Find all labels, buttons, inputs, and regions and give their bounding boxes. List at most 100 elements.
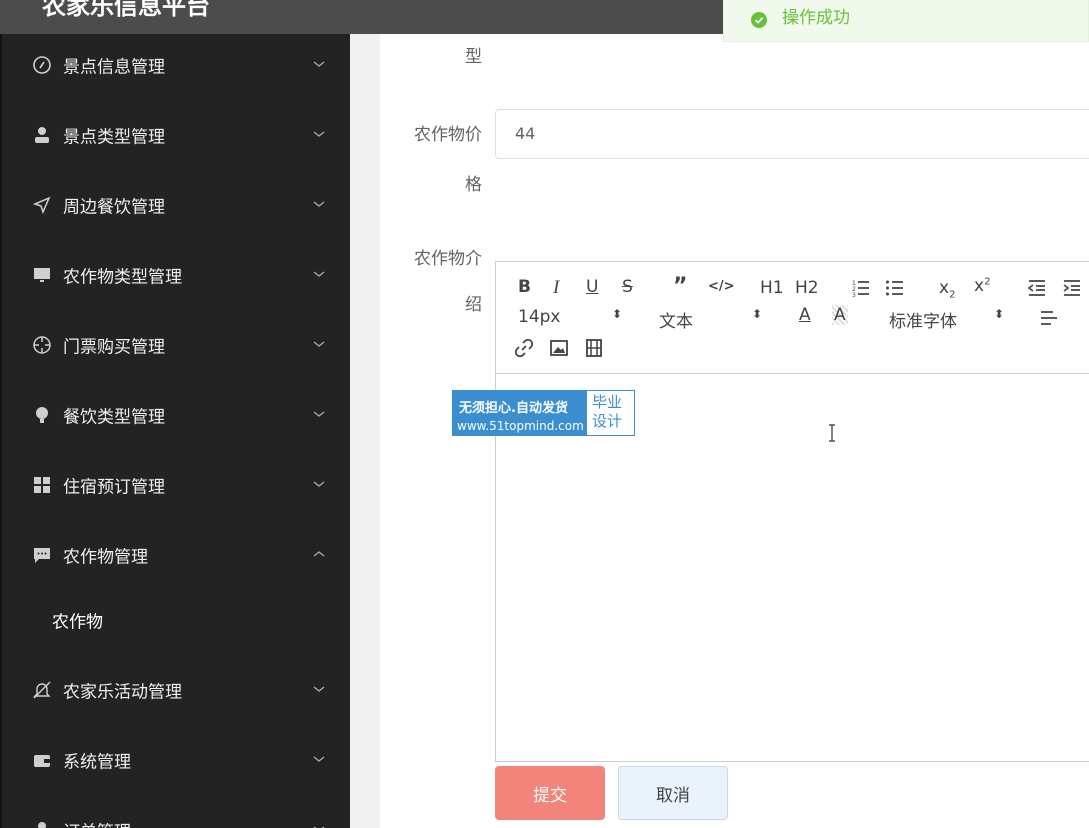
user-icon	[38, 822, 46, 828]
sidebar-item-system[interactable]: 系统管理	[2, 725, 352, 795]
price-label-line2: 格	[465, 175, 482, 195]
price-input[interactable]: 44	[495, 109, 1089, 159]
superscript-icon[interactable]: x2	[974, 276, 990, 296]
chevron-down-icon	[313, 61, 325, 67]
heading2-button[interactable]: H2	[795, 278, 819, 298]
intro-label-line1: 农作物介	[414, 249, 482, 269]
chevron-down-icon	[313, 826, 325, 828]
chevron-down-icon	[313, 271, 325, 277]
background-color-icon[interactable]: A	[832, 305, 848, 325]
block-type-value: 文本	[659, 312, 693, 332]
blockquote-icon[interactable]: ”	[673, 274, 687, 299]
select-arrows-icon: ⬍	[612, 307, 623, 321]
compass-icon	[33, 56, 51, 74]
chevron-down-icon	[313, 131, 325, 137]
chevron-down-icon	[313, 411, 325, 417]
chevron-down-icon	[313, 201, 325, 207]
rich-text-editor[interactable]: B I U S ” </> H1 H2 123 x2 x2 14px ⬍ 文本 …	[495, 261, 1089, 762]
sidebar-item-scenic-type[interactable]: 景点类型管理	[2, 100, 352, 170]
font-size-select[interactable]: 14px	[518, 307, 560, 327]
select-arrows-icon: ⬍	[752, 307, 763, 321]
indent-icon[interactable]	[1062, 278, 1082, 298]
editor-toolbar: B I U S ” </> H1 H2 123 x2 x2 14px ⬍ 文本 …	[496, 262, 1089, 374]
sidebar-item-label: 餐饮类型管理	[63, 407, 165, 428]
sidebar-item-label: 住宿预订管理	[63, 477, 165, 498]
heading1-button[interactable]: H1	[760, 278, 784, 298]
chevron-down-icon	[313, 756, 325, 762]
send-icon	[32, 196, 51, 215]
sidebar-item-label: 订单管理	[63, 818, 131, 828]
submenu-item-label: 农作物	[52, 612, 103, 633]
watermark-right2: 设计	[592, 412, 623, 430]
submit-button[interactable]: 提交	[495, 766, 605, 820]
code-icon[interactable]: </>	[708, 279, 735, 294]
cancel-button[interactable]: 取消	[618, 766, 728, 820]
underline-icon[interactable]: U	[586, 277, 598, 297]
svg-text:3: 3	[852, 292, 856, 298]
price-label-line1: 农作物价	[414, 125, 482, 145]
content-gutter	[350, 34, 380, 828]
outdent-icon[interactable]	[1027, 278, 1047, 298]
sidebar-item-ticket[interactable]: 门票购买管理	[2, 310, 352, 380]
bold-icon[interactable]: B	[518, 277, 531, 297]
sidebar: 景点信息管理 景点类型管理 周边餐饮管理 农作物类型管理 门票购买管理 餐饮类型…	[0, 34, 352, 828]
link-icon[interactable]	[514, 338, 534, 358]
image-icon[interactable]	[549, 338, 569, 358]
sidebar-item-label: 系统管理	[63, 752, 131, 773]
intro-label-line2: 绍	[465, 295, 482, 315]
watermark-left: 无须担心.自动发货 www.51topmind.com	[453, 391, 587, 435]
chevron-down-icon	[313, 686, 325, 692]
sidebar-item-dining-type[interactable]: 餐饮类型管理	[2, 380, 352, 450]
subscript-icon[interactable]: x2	[939, 278, 955, 300]
sidebar-item-label: 景点类型管理	[63, 127, 165, 148]
sidebar-item-activities[interactable]: 农家乐活动管理	[2, 655, 352, 725]
sidebar-item-crops[interactable]: 农作物管理	[2, 520, 352, 590]
sidebar-item-label: 农作物管理	[63, 547, 148, 568]
text-cursor-icon	[829, 424, 835, 442]
bulb-icon	[36, 407, 48, 423]
target-icon	[33, 336, 51, 354]
video-icon[interactable]	[584, 338, 604, 358]
success-toast: 操作成功	[723, 0, 1089, 42]
font-size-value: 14px	[518, 307, 561, 327]
type-label-tail: 型	[465, 47, 482, 67]
sidebar-item-label: 农家乐活动管理	[63, 682, 182, 703]
h2-text: H2	[795, 278, 819, 298]
toast-message: 操作成功	[782, 8, 850, 28]
grid-icon	[34, 477, 50, 493]
sidebar-item-label: 农作物类型管理	[63, 267, 182, 288]
font-family-select[interactable]: 标准字体	[889, 307, 957, 332]
sidebar-item-crop-type[interactable]: 农作物类型管理	[2, 240, 352, 310]
sidebar-item-scenic-info[interactable]: 景点信息管理	[2, 34, 352, 100]
watermark-line2: www.51topmind.com	[457, 419, 584, 433]
sidebar-item-lodging[interactable]: 住宿预订管理	[2, 450, 352, 520]
app-title: 农家乐信息平台	[42, 0, 210, 20]
monitor-icon	[34, 268, 50, 282]
bell-off-icon	[33, 681, 51, 699]
sidebar-item-label: 景点信息管理	[63, 57, 165, 78]
user-icon	[35, 127, 49, 143]
select-arrows-icon: ⬍	[994, 307, 1005, 321]
font-color-icon[interactable]: A	[799, 305, 811, 325]
sidebar-item-orders[interactable]: 订单管理	[2, 795, 352, 828]
submenu-item-crop[interactable]: 农作物	[2, 590, 352, 650]
h1-text: H1	[760, 278, 784, 298]
sidebar-item-nearby-dining[interactable]: 周边餐饮管理	[2, 170, 352, 240]
strikethrough-icon[interactable]: S	[622, 277, 633, 297]
align-left-icon[interactable]	[1039, 308, 1059, 328]
watermark-right: 毕业 设计	[592, 393, 632, 431]
bullet-list-icon[interactable]	[885, 278, 905, 298]
chevron-down-icon	[313, 341, 325, 347]
sidebar-item-label: 周边餐饮管理	[63, 197, 165, 218]
watermark-line1: 无须担心.自动发货	[459, 401, 568, 416]
font-family-value: 标准字体	[889, 312, 957, 332]
price-input-value: 44	[515, 124, 536, 143]
italic-icon[interactable]: I	[553, 277, 559, 299]
chevron-up-icon	[313, 551, 325, 557]
ordered-list-icon[interactable]: 123	[851, 278, 871, 298]
block-type-select[interactable]: 文本	[659, 307, 693, 332]
chevron-down-icon	[313, 481, 325, 487]
watermark-badge: 无须担心.自动发货 www.51topmind.com 毕业 设计	[452, 390, 635, 436]
wallet-icon	[34, 755, 50, 767]
check-circle-icon	[751, 12, 767, 28]
